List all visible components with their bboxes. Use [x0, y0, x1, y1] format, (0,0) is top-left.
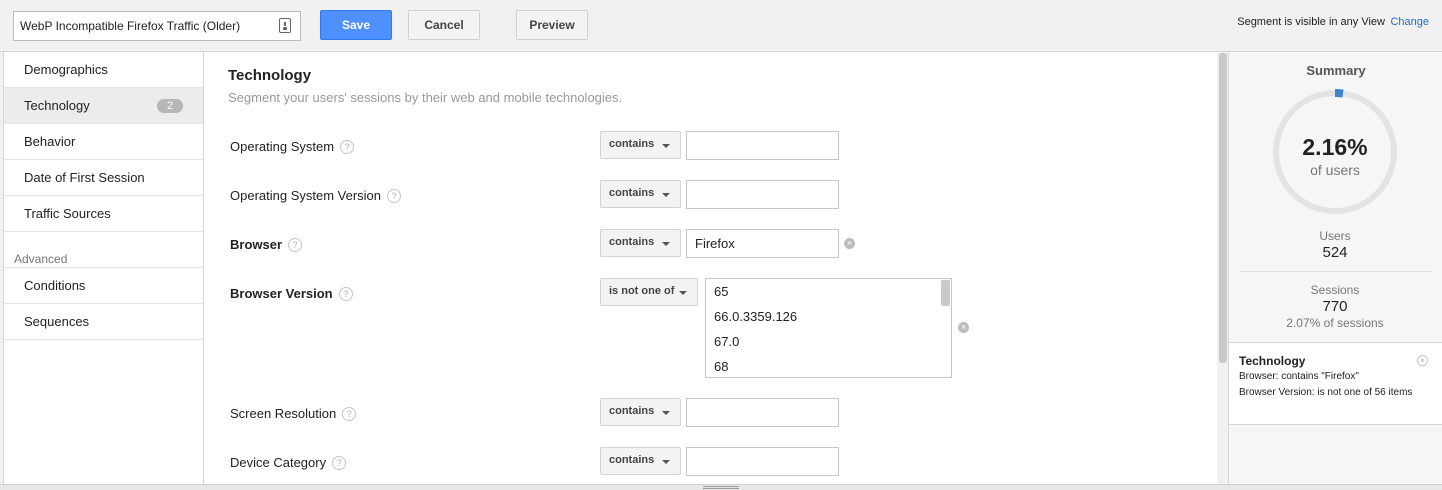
- sidebar-item-label: Date of First Session: [24, 170, 145, 185]
- operator-dropdown[interactable]: contains: [600, 229, 681, 257]
- condition-label: Browser?: [230, 237, 303, 252]
- sidebar-item-demographics[interactable]: Demographics: [4, 52, 203, 88]
- sidebar-item-label: Behavior: [24, 134, 76, 149]
- applied-condition-card: Technology Browser: contains "Firefox" B…: [1229, 342, 1442, 425]
- list-item[interactable]: 67.0: [706, 329, 951, 354]
- technology-conditions-panel: Technology Segment your users' sessions …: [203, 52, 1217, 484]
- sidebar-item-technology[interactable]: Technology 2: [4, 88, 211, 124]
- panel-subtitle: Segment your users' sessions by their we…: [228, 90, 623, 105]
- help-icon[interactable]: ?: [342, 407, 357, 421]
- help-icon[interactable]: ?: [387, 189, 402, 203]
- save-button[interactable]: Save: [320, 10, 392, 40]
- operator-dropdown[interactable]: is not one of: [600, 278, 698, 306]
- list-item[interactable]: 66.0.3359.126: [706, 304, 951, 329]
- clear-condition-icon[interactable]: ×: [844, 238, 855, 249]
- segment-category-sidebar: Demographics Technology 2 Behavior Date …: [3, 52, 211, 484]
- panel-scrollbar[interactable]: [1219, 53, 1227, 363]
- clear-condition-icon[interactable]: ×: [958, 322, 969, 333]
- list-item[interactable]: 68: [706, 354, 951, 377]
- sidebar-item-sequences[interactable]: Sequences: [4, 304, 203, 340]
- preview-button[interactable]: Preview: [516, 10, 588, 40]
- sidebar-item-label: Technology: [24, 98, 90, 113]
- segment-visibility-text: Segment is visible in any View: [1237, 16, 1385, 28]
- sessions-value: 770: [1322, 298, 1348, 315]
- sidebar-item-label: Demographics: [24, 62, 108, 77]
- sidebar-item-behavior[interactable]: Behavior: [4, 124, 203, 160]
- sidebar-item-conditions[interactable]: Conditions: [4, 268, 203, 304]
- value-input[interactable]: [686, 447, 839, 476]
- resize-grip-icon[interactable]: [703, 486, 739, 489]
- list-scrollbar[interactable]: [941, 280, 950, 306]
- change-visibility-link[interactable]: Change: [1390, 16, 1429, 28]
- advanced-section-heading: Advanced: [4, 232, 203, 268]
- summary-title: Summary: [1306, 63, 1366, 78]
- help-icon[interactable]: ?: [288, 238, 303, 252]
- condition-label: Device Category?: [230, 455, 347, 470]
- segment-name-input[interactable]: WebP Incompatible Firefox Traffic (Older…: [13, 11, 301, 41]
- condition-label: Operating System Version?: [230, 188, 402, 203]
- sidebar-item-date-of-first-session[interactable]: Date of First Session: [4, 160, 203, 196]
- users-percent: 2.16%: [1302, 134, 1368, 160]
- cancel-button[interactable]: Cancel: [408, 10, 480, 40]
- operator-dropdown[interactable]: contains: [600, 447, 681, 475]
- condition-count-badge: 2: [157, 99, 183, 113]
- help-icon[interactable]: ?: [338, 287, 353, 301]
- sidebar-item-label: Sequences: [24, 314, 90, 329]
- condition-label: Browser Version?: [230, 286, 353, 301]
- text-entry-icon[interactable]: [279, 18, 291, 33]
- summary-divider: [1239, 271, 1431, 272]
- browser-version-value-list[interactable]: 65 66.0.3359.126 67.0 68: [705, 278, 952, 378]
- help-icon[interactable]: ?: [340, 140, 355, 154]
- sidebar-item-label: Conditions: [24, 278, 86, 293]
- help-icon[interactable]: ?: [332, 456, 347, 470]
- operator-dropdown[interactable]: contains: [600, 398, 681, 426]
- condition-label: Operating System?: [230, 139, 355, 154]
- list-item[interactable]: 65: [706, 279, 951, 304]
- operator-dropdown[interactable]: contains: [600, 180, 681, 208]
- value-input[interactable]: [686, 180, 839, 209]
- value-input[interactable]: Firefox: [686, 229, 839, 258]
- users-percent-label: of users: [1310, 162, 1360, 178]
- sessions-percent: 2.07% of sessions: [1286, 316, 1384, 330]
- value-input[interactable]: [686, 398, 839, 427]
- condition-card-browser-version: Browser Version: is not one of 56 items: [1239, 387, 1413, 398]
- condition-label: Screen Resolution?: [230, 406, 357, 421]
- sidebar-item-label: Traffic Sources: [24, 206, 111, 221]
- segment-editor-header: WebP Incompatible Firefox Traffic (Older…: [0, 0, 1442, 52]
- sidebar-item-traffic-sources[interactable]: Traffic Sources: [4, 196, 203, 232]
- value-input[interactable]: [686, 131, 839, 160]
- users-value: 524: [1322, 244, 1348, 261]
- panel-title: Technology: [228, 67, 312, 84]
- condition-card-browser: Browser: contains "Firefox": [1239, 371, 1359, 382]
- remove-condition-icon[interactable]: ×: [1417, 355, 1428, 366]
- operator-dropdown[interactable]: contains: [600, 131, 681, 159]
- users-label: Users: [1319, 229, 1351, 243]
- condition-card-title: Technology: [1239, 354, 1306, 368]
- sessions-label: Sessions: [1310, 283, 1360, 297]
- summary-panel: Summary 2.16% of users Users 524 Session…: [1228, 52, 1442, 484]
